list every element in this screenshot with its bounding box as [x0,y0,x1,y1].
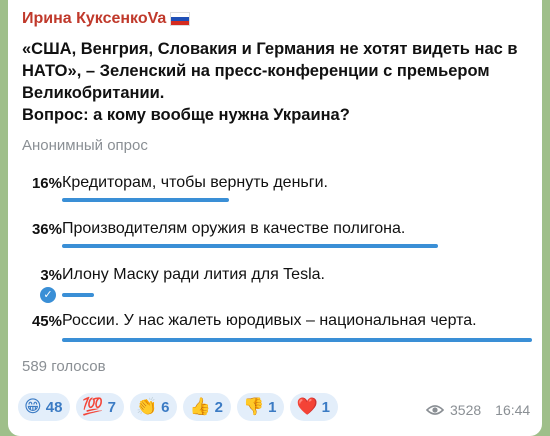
reaction-clap[interactable]: 👏 6 [129,393,178,421]
option-text: Илону Маску ради лития для Tesla. [62,266,325,283]
poll-question: «США, Венгрия, Словакия и Германия не хо… [22,38,532,126]
reaction-thumbs-down[interactable]: 👎 1 [236,393,285,421]
option-result-bar [62,198,229,202]
option-text: Производителям оружия в качестве полигон… [62,220,406,237]
reaction-count: 48 [45,398,63,416]
option-result-bar [62,244,438,248]
thumbs-down-emoji-icon: 👎 [242,397,265,417]
russia-flag-icon [170,12,191,26]
option-result-bar [62,338,532,342]
message-bubble: Ирина КуксенкоVa «США, Венгрия, Словакия… [8,0,542,436]
heart-emoji-icon: ❤️ [296,397,318,417]
reaction-heart[interactable]: ❤️ 1 [290,393,338,421]
question-line: «США, Венгрия, Словакия и Германия не хо… [22,40,518,58]
poll-type-label: Анонимный опрос [22,137,148,154]
grin-emoji-icon: 😁 [24,397,42,417]
thumbs-up-emoji-icon: 👍 [189,397,211,417]
reaction-hundred[interactable]: 💯 7 [76,393,124,421]
poll-option[interactable]: 3% Илону Маску ради лития для Tesla. ✓ [8,264,542,304]
views-eye-icon [426,405,444,415]
option-result-bar [62,293,94,297]
clap-emoji-icon: 👏 [135,397,158,417]
poll-option[interactable]: 36% Производителям оружия в качестве пол… [8,218,542,258]
reaction-count: 6 [161,398,170,416]
poll-option[interactable]: 45% России. У нас жалеть юродивых – наци… [8,310,542,350]
question-line: Вопрос: а кому вообще нужна Украина? [22,106,350,124]
reaction-count: 2 [214,398,223,416]
author-name[interactable]: Ирина КуксенкоVa [22,10,191,28]
option-text: России. У нас жалеть юродивых – национал… [62,312,477,329]
reactions-bar: 😁 48 💯 7 👏 6 👍 2 👎 1 ❤️ 1 [18,393,338,421]
reaction-count: 1 [268,398,277,416]
option-text: Кредиторам, чтобы вернуть деньги. [62,174,328,191]
reaction-thumbs-up[interactable]: 👍 2 [183,393,231,421]
reaction-grin[interactable]: 😁 48 [18,393,71,421]
votes-count[interactable]: 589 голосов [22,358,106,375]
poll-option[interactable]: 16% Кредиторам, чтобы вернуть деньги. [8,172,542,212]
option-percent: 45% [31,313,62,330]
hundred-emoji-icon: 💯 [82,397,104,417]
message-time: 16:44 [495,402,531,418]
option-percent: 16% [31,175,62,192]
views-count: 3528 [450,402,482,418]
question-line: Великобритании. [22,84,165,102]
selected-check-icon: ✓ [40,287,56,303]
author-label: Ирина КуксенкоVa [22,10,167,27]
reaction-count: 1 [321,398,330,416]
reaction-count: 7 [107,398,116,416]
message-meta: 3528 16:44 [426,402,530,418]
option-percent: 3% [40,267,62,284]
option-percent: 36% [31,221,62,238]
question-line: НАТО», – Зеленский на пресс-конференции … [22,62,490,80]
